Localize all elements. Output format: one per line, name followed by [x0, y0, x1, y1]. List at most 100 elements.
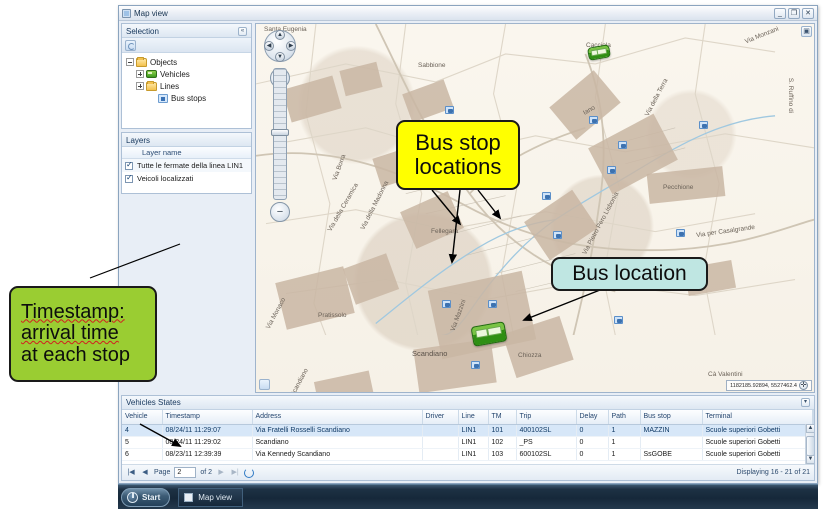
- layer-name-column-header: Layer name: [122, 147, 251, 159]
- table-column-header[interactable]: Path: [608, 410, 641, 425]
- first-page-button[interactable]: |◀: [126, 468, 136, 478]
- table-column-header[interactable]: Line: [458, 410, 489, 425]
- map-label: Fellegara: [431, 228, 459, 235]
- prev-page-button[interactable]: ◀: [140, 468, 150, 478]
- table-column-header[interactable]: Terminal: [702, 410, 813, 425]
- pan-left-icon[interactable]: ◀: [264, 41, 274, 51]
- expander-icon[interactable]: [136, 70, 144, 78]
- table-column-header[interactable]: Address: [252, 410, 423, 425]
- table-column-header[interactable]: Bus stop: [640, 410, 703, 425]
- table-row[interactable]: 5 08/24/11 11:29:02 Scandiano LIN1 102 _PS 0 1 S…: [122, 436, 814, 449]
- collapse-icon[interactable]: «: [238, 27, 247, 36]
- tree-item-vehicles[interactable]: Vehicles: [124, 68, 249, 80]
- table-body[interactable]: 4 08/24/11 11:29:07 Via Fratelli Rosselli …: [122, 424, 814, 461]
- maximize-button[interactable]: ❐: [788, 7, 800, 19]
- map-statusbar: 1182185.92894, 5527462.4 ✛: [256, 379, 814, 392]
- table-cell: LIN1: [458, 436, 489, 449]
- map-label: S. Ruffino di: [787, 77, 795, 114]
- bus-stop-marker[interactable]: [442, 300, 451, 308]
- layer-label: Veicoli localizzati: [137, 174, 194, 183]
- scroll-thumb[interactable]: [806, 436, 814, 456]
- bus-stop-marker[interactable]: [614, 316, 623, 324]
- vehicles-states-title: Vehicles States: [126, 398, 181, 407]
- bus-stop-marker[interactable]: [618, 141, 627, 149]
- layer-row[interactable]: Veicoli localizzati: [122, 172, 251, 185]
- bus-stop-marker[interactable]: [553, 231, 562, 239]
- table-cell: 6: [122, 448, 163, 461]
- table-row[interactable]: 4 08/24/11 11:29:07 Via Fratelli Rosselli …: [122, 424, 814, 437]
- tree-item-label: Bus stops: [171, 93, 207, 103]
- refresh-icon[interactable]: [244, 467, 255, 478]
- next-page-button[interactable]: ▶: [216, 468, 226, 478]
- grid-collapse-icon[interactable]: ▾: [801, 398, 810, 407]
- map-viewport[interactable]: Santa EugeniaSabbioneCacciolaVia Monzani…: [255, 23, 815, 393]
- map-label: Cà Valentini: [708, 371, 743, 378]
- table-cell: [422, 448, 459, 461]
- table-column-header[interactable]: [812, 410, 814, 425]
- bus-stop-marker[interactable]: [488, 300, 497, 308]
- taskbar-item-label: Map view: [198, 492, 233, 502]
- table-column-header[interactable]: Timestamp: [162, 410, 253, 425]
- table-cell: 102: [488, 436, 517, 449]
- layer-row[interactable]: Tutte le fermate della linea LIN1: [122, 159, 251, 172]
- tree-item-label: Lines: [160, 81, 180, 91]
- coordinates-text: 1182185.92894, 5527462.4: [730, 382, 797, 389]
- bus-stop-marker[interactable]: [445, 106, 454, 114]
- crosshair-icon[interactable]: ✛: [799, 381, 808, 390]
- table-column-header[interactable]: TM: [488, 410, 517, 425]
- pan-right-icon[interactable]: ▶: [286, 41, 296, 51]
- table-column-header[interactable]: Driver: [422, 410, 459, 425]
- table-row[interactable]: 6 08/23/11 12:39:39 Via Kennedy Scandiano L…: [122, 448, 814, 461]
- taskbar-item-map-view[interactable]: Map view: [178, 487, 244, 507]
- selection-toolbar: [122, 38, 251, 53]
- taskbar: Start Map view: [118, 484, 818, 509]
- expander-icon[interactable]: [126, 58, 134, 66]
- bus-stop-marker[interactable]: [676, 229, 685, 237]
- bus-stop-marker[interactable]: [589, 116, 598, 124]
- window-icon: [184, 492, 194, 502]
- page-number-input[interactable]: 2: [174, 467, 197, 478]
- vehicles-states-grid[interactable]: Vehicle Timestamp Address Driver Line TM Trip D…: [122, 410, 814, 464]
- zoom-slider-handle[interactable]: [271, 129, 289, 136]
- map-canvas[interactable]: Santa EugeniaSabbioneCacciolaVia Monzani…: [256, 24, 814, 392]
- layer-checkbox[interactable]: [125, 160, 133, 170]
- zoom-out-button[interactable]: −: [270, 202, 290, 222]
- map-pan-control[interactable]: ▲ ▼ ◀ ▶: [264, 30, 296, 62]
- table-column-header[interactable]: Vehicle: [122, 410, 163, 425]
- tree-item-objects[interactable]: Objects: [124, 56, 249, 68]
- window-titlebar[interactable]: Map view _ ❐ ✕: [119, 6, 817, 21]
- layers-toggle-icon[interactable]: ▣: [801, 26, 812, 37]
- table-cell: 08/23/11 12:39:39: [162, 448, 253, 461]
- table-header-row[interactable]: Vehicle Timestamp Address Driver Line TM Trip D…: [122, 410, 814, 425]
- refresh-icon[interactable]: [125, 39, 136, 51]
- table-cell: Scuole superiori Gobetti: [702, 436, 813, 449]
- close-button[interactable]: ✕: [802, 7, 814, 19]
- grid-vertical-scrollbar[interactable]: ▲ ▼: [805, 424, 814, 464]
- start-button[interactable]: Start: [121, 487, 171, 507]
- expander-icon[interactable]: [136, 82, 144, 90]
- table-cell: [422, 424, 459, 437]
- vehicles-table: Vehicle Timestamp Address Driver Line TM Trip D…: [122, 410, 814, 461]
- callout-line: Bus stop: [415, 130, 501, 156]
- bus-stop-marker[interactable]: [607, 166, 616, 174]
- table-cell: 600102SL: [516, 448, 577, 461]
- layer-checkbox[interactable]: [125, 173, 133, 183]
- object-tree[interactable]: Objects Vehicles Lines Bus stops: [122, 53, 251, 128]
- bus-stop-marker[interactable]: [542, 192, 551, 200]
- map-coordinates: 1182185.92894, 5527462.4 ✛: [726, 380, 812, 391]
- pan-down-icon[interactable]: ▼: [275, 52, 285, 62]
- pan-up-icon[interactable]: ▲: [275, 30, 285, 40]
- scroll-up-icon[interactable]: ▲: [806, 424, 814, 433]
- bus-stop-marker[interactable]: [471, 361, 480, 369]
- window-title: Map view: [134, 8, 168, 18]
- bus-stop-marker[interactable]: [699, 121, 708, 129]
- table-column-header[interactable]: Delay: [576, 410, 609, 425]
- minimize-button[interactable]: _: [774, 7, 786, 19]
- callout-line: arrival time: [21, 322, 119, 345]
- table-column-header[interactable]: Trip: [516, 410, 577, 425]
- last-page-button[interactable]: ▶|: [230, 468, 240, 478]
- callout-line: locations: [414, 154, 502, 179]
- tree-item-bus-stops[interactable]: Bus stops: [124, 92, 249, 104]
- tree-item-lines[interactable]: Lines: [124, 80, 249, 92]
- scroll-down-icon[interactable]: ▼: [806, 455, 814, 464]
